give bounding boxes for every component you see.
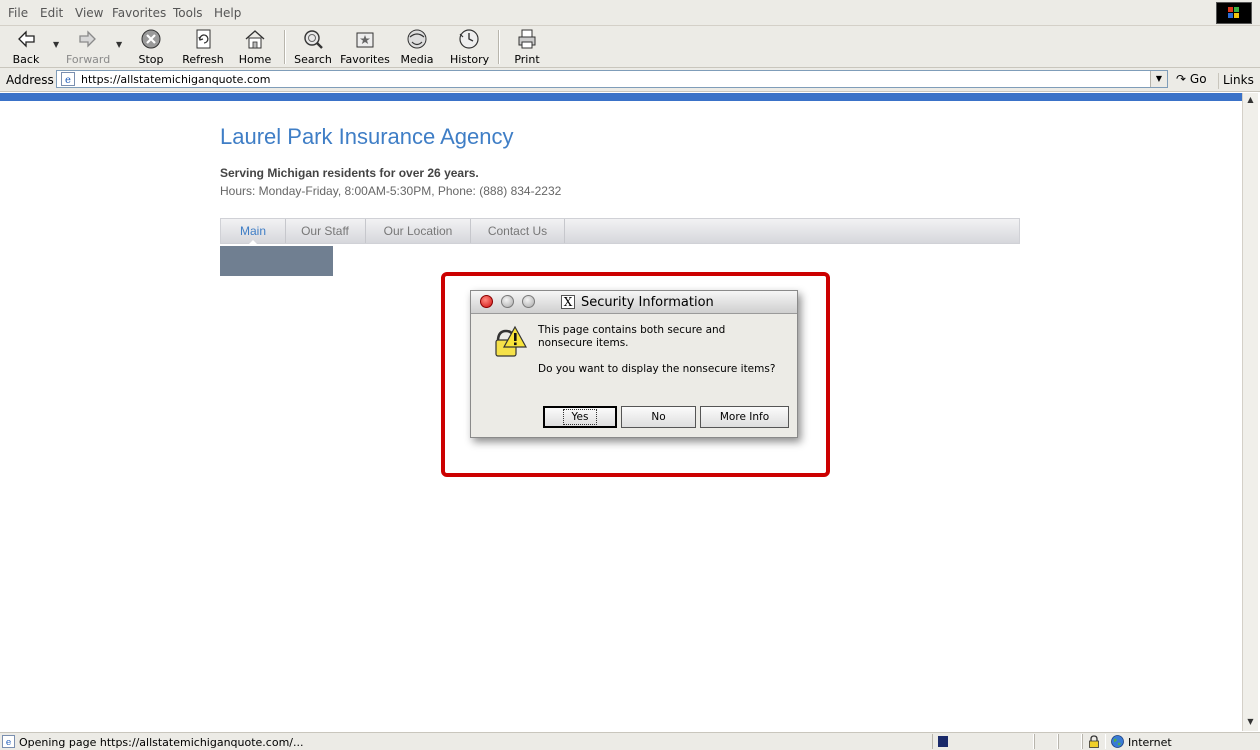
status-panel [1058, 734, 1082, 749]
links-button[interactable]: Links [1218, 73, 1254, 89]
favorites-label: Favorites [340, 53, 390, 66]
maximize-icon[interactable] [522, 295, 535, 308]
page-title: Laurel Park Insurance Agency [220, 124, 514, 149]
scroll-up-icon[interactable]: ▲ [1243, 93, 1258, 107]
refresh-label: Refresh [182, 53, 224, 66]
refresh-icon [196, 29, 211, 49]
lock-icon [1089, 735, 1099, 748]
nav-active-indicator [248, 240, 258, 245]
address-url: https://allstatemichiganquote.com [81, 73, 271, 86]
forward-arrow-icon [79, 30, 96, 48]
toolbar-separator [284, 30, 286, 64]
dialog-question: Do you want to display the nonsecure ite… [538, 363, 776, 375]
menu-tools[interactable]: Tools [173, 6, 203, 20]
search-icon [304, 30, 323, 49]
security-dialog: X Security Information This page contain… [470, 290, 798, 438]
ie-status-icon: e [2, 735, 15, 748]
home-label: Home [238, 53, 272, 66]
address-bar: Address e https://allstatemichiganquote.… [0, 68, 1260, 92]
page-top-stripe [0, 93, 1242, 101]
lock-warning-icon [495, 325, 527, 357]
home-icon [245, 30, 265, 49]
menu-file[interactable]: File [8, 6, 28, 20]
home-button[interactable]: Home [238, 28, 272, 66]
search-button[interactable]: Search [294, 28, 332, 66]
menu-help[interactable]: Help [214, 6, 241, 20]
forward-label: Forward [66, 53, 111, 66]
toolbar: Back ▼ Forward ▼ Stop Refresh Home Searc… [0, 26, 1260, 68]
printer-icon [518, 29, 536, 49]
stop-label: Stop [138, 53, 164, 66]
menu-view[interactable]: View [75, 6, 103, 20]
more-info-button[interactable]: More Info [700, 406, 789, 428]
go-button[interactable]: ↷ Go [1176, 72, 1207, 86]
vertical-scrollbar[interactable]: ▲ ▼ [1242, 93, 1258, 731]
site-nav: Main Our Staff Our Location Contact Us [220, 218, 1020, 244]
address-input[interactable]: e https://allstatemichiganquote.com ▼ [56, 70, 1168, 88]
windows-logo-icon [1216, 2, 1252, 24]
history-button[interactable]: History [450, 28, 490, 66]
go-arrow-icon: ↷ [1176, 72, 1187, 86]
toolbar-separator [498, 30, 500, 64]
hours-info: Hours: Monday-Friday, 8:00AM-5:30PM, Pho… [220, 184, 562, 198]
menu-bar: File Edit View Favorites Tools Help [0, 0, 1260, 26]
scroll-down-icon[interactable]: ▼ [1243, 715, 1258, 729]
nav-tab-contact-us[interactable]: Contact Us [471, 219, 565, 243]
forward-dropdown-icon[interactable]: ▼ [116, 40, 122, 49]
media-button[interactable]: Media [400, 28, 434, 66]
media-icon [407, 29, 427, 49]
status-bar: e Opening page https://allstatemichiganq… [0, 732, 1260, 750]
search-label: Search [294, 53, 332, 66]
nav-tab-our-staff[interactable]: Our Staff [285, 219, 366, 243]
address-dropdown-icon[interactable]: ▼ [1150, 71, 1167, 87]
favorites-icon [356, 32, 374, 48]
stop-icon [141, 29, 161, 49]
favorites-button[interactable]: Favorites [340, 28, 390, 66]
close-icon[interactable] [480, 295, 493, 308]
back-label: Back [12, 53, 40, 66]
menu-favorites[interactable]: Favorites [112, 6, 166, 20]
status-panel [1034, 734, 1058, 749]
forward-button[interactable]: Forward [66, 28, 110, 66]
globe-icon [1111, 735, 1124, 748]
yes-label: Yes [562, 409, 598, 425]
print-button[interactable]: Print [512, 28, 542, 66]
ie-page-icon: e [61, 72, 75, 86]
back-dropdown-icon[interactable]: ▼ [53, 40, 59, 49]
menu-edit[interactable]: Edit [40, 6, 63, 20]
minimize-icon[interactable] [501, 295, 514, 308]
dialog-message: This page contains both secure and nonse… [538, 324, 726, 349]
history-label: History [450, 53, 490, 66]
nav-tab-our-location[interactable]: Our Location [366, 219, 471, 243]
dialog-title: Security Information [581, 295, 714, 310]
back-arrow-icon [18, 30, 35, 48]
history-icon [459, 29, 479, 49]
refresh-button[interactable]: Refresh [182, 28, 224, 66]
no-button[interactable]: No [621, 406, 696, 428]
yes-button[interactable]: Yes [543, 406, 617, 428]
dialog-titlebar[interactable]: X Security Information [471, 291, 797, 314]
svg-text:e: e [6, 738, 11, 748]
stop-button[interactable]: Stop [136, 28, 166, 66]
x11-app-icon: X [561, 295, 575, 309]
tagline: Serving Michigan residents for over 26 y… [220, 166, 479, 180]
content-placeholder-block [220, 246, 333, 276]
back-button[interactable]: Back [10, 28, 42, 66]
go-label: Go [1189, 72, 1207, 86]
address-label: Address [6, 73, 54, 87]
security-zone-label: Internet [1128, 736, 1172, 749]
print-label: Print [514, 53, 540, 66]
progress-indicator [938, 736, 948, 747]
status-text: Opening page https://allstatemichiganquo… [19, 736, 304, 749]
media-label: Media [400, 53, 434, 66]
svg-text:e: e [65, 75, 71, 86]
